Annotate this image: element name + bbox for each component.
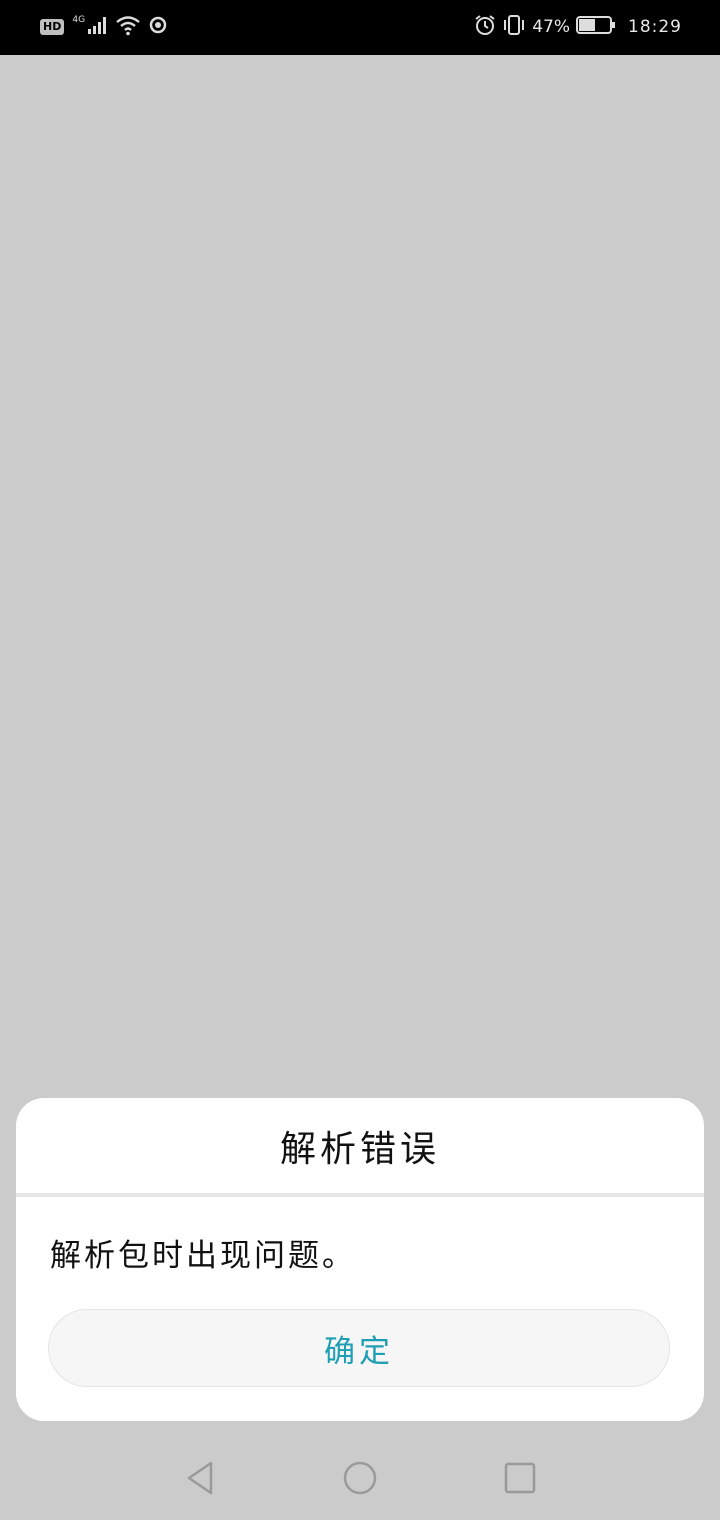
hd-icon: HD <box>40 19 65 35</box>
battery-icon <box>576 15 616 40</box>
home-button[interactable] <box>340 1460 380 1500</box>
recent-apps-button[interactable] <box>500 1460 540 1500</box>
clock: 18:29 <box>628 17 682 37</box>
back-button[interactable] <box>180 1460 220 1500</box>
record-icon <box>149 16 167 38</box>
wifi-icon <box>115 14 141 40</box>
signal-icon <box>87 16 107 38</box>
status-left: HD 4G <box>40 14 167 40</box>
network-type-label: 4G <box>72 15 86 25</box>
vibrate-icon <box>502 14 526 41</box>
ok-button[interactable]: 确定 <box>48 1309 670 1387</box>
dialog-divider <box>16 1193 704 1197</box>
recent-apps-icon <box>503 1461 537 1499</box>
alarm-icon <box>474 14 496 41</box>
battery-percent: 47% <box>532 17 570 37</box>
navigation-bar <box>0 1440 720 1520</box>
dialog-title: 解析错误 <box>279 1129 440 1170</box>
home-icon <box>342 1460 378 1500</box>
status-right: 47% 18:29 <box>474 14 682 40</box>
dialog-message: 解析包时出现问题。 <box>50 1238 356 1274</box>
back-icon <box>184 1460 216 1500</box>
parse-error-dialog: 解析错误 解析包时出现问题。 确定 <box>16 1098 704 1421</box>
status-bar: HD 4G 47% 18:29 <box>0 0 720 55</box>
